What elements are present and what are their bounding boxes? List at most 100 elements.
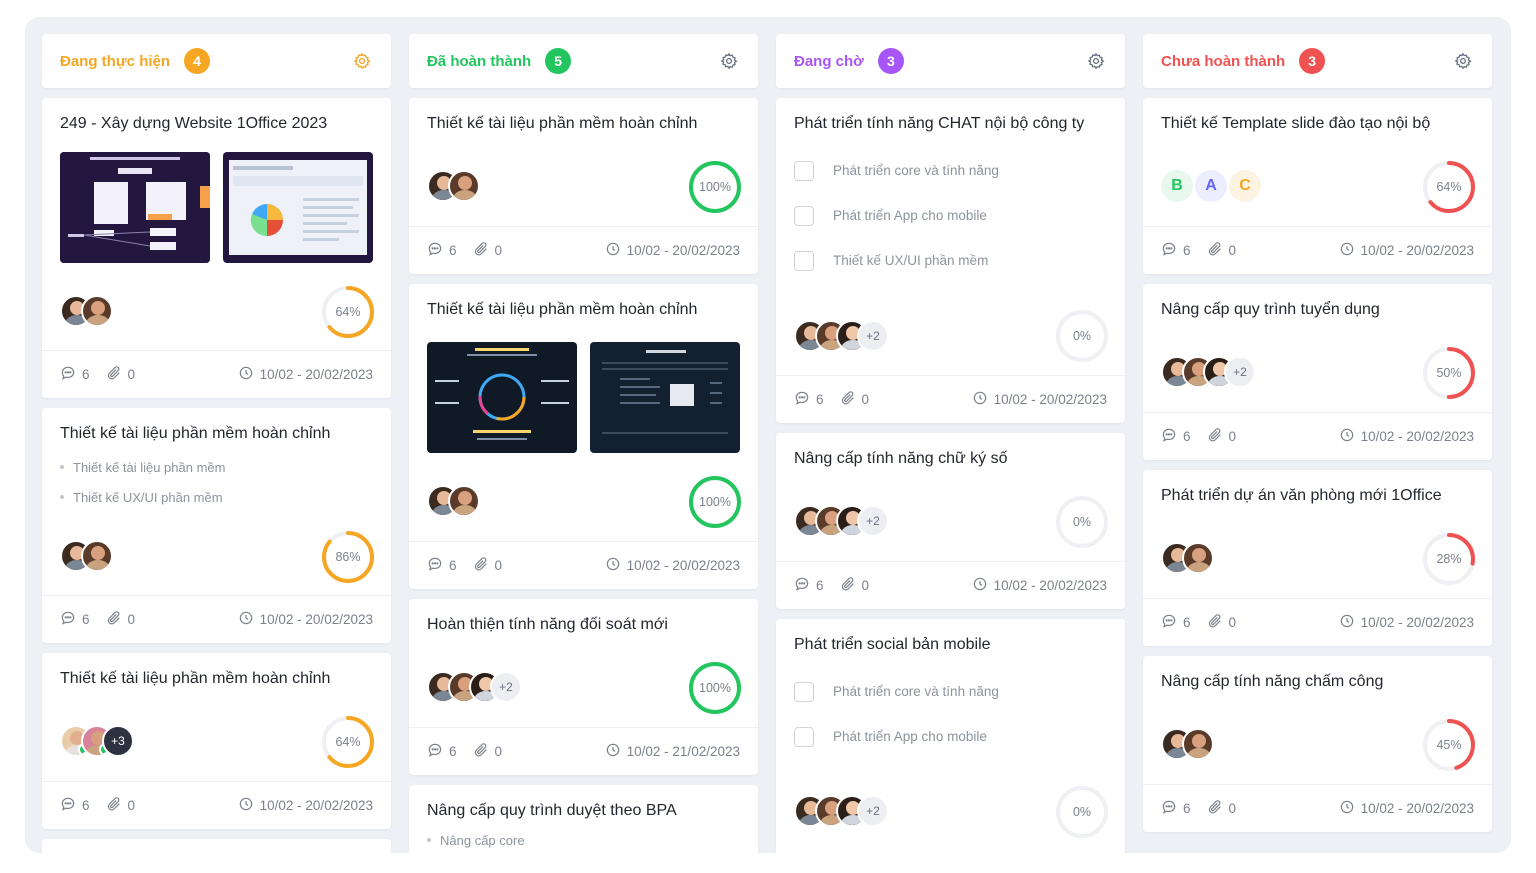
clock-icon [238, 610, 260, 629]
checkbox[interactable] [794, 726, 814, 747]
attachments-count[interactable]: 0 [473, 742, 502, 761]
assignee-avatars[interactable] [427, 170, 480, 202]
task-card[interactable] [42, 839, 391, 853]
task-card[interactable]: Phát triển social bản mobile Phát triển … [776, 619, 1125, 853]
clock-icon [605, 556, 627, 575]
attachments-count[interactable]: 0 [473, 556, 502, 575]
checkbox[interactable] [794, 250, 814, 271]
avatar[interactable] [448, 170, 480, 202]
task-card[interactable]: Nâng cấp quy trình tuyển dụng +2 50% 6 0… [1143, 284, 1492, 460]
assignee-avatars[interactable]: +2 [427, 671, 522, 703]
thumbnail-slide[interactable] [427, 342, 577, 453]
column-title: Đang chờ [794, 52, 864, 70]
thumbnail-diagram[interactable] [60, 152, 210, 263]
checkbox[interactable] [794, 160, 814, 181]
thumbnail-document[interactable] [590, 342, 740, 453]
gear-icon[interactable] [1085, 50, 1107, 72]
progress-percent: 28% [1436, 552, 1462, 566]
avatar[interactable] [448, 485, 480, 517]
task-card[interactable]: Phát triển tính năng CHAT nội bộ công ty… [776, 98, 1125, 423]
avatar[interactable] [1182, 542, 1214, 574]
progress-ring: 64% [321, 715, 375, 769]
task-card[interactable]: Thiết kế Template slide đào tạo nội bộ B… [1143, 98, 1492, 274]
attachments-count[interactable]: 0 [1207, 799, 1236, 818]
avatar[interactable] [81, 295, 113, 327]
assignee-avatars[interactable]: +3 [60, 725, 134, 757]
avatar-initial[interactable]: A [1195, 170, 1227, 202]
more-assignees-badge[interactable]: +2 [857, 795, 889, 827]
assignee-avatars[interactable] [60, 540, 113, 572]
comments-count[interactable]: 6 [60, 796, 90, 815]
progress-percent: 0% [1072, 515, 1092, 529]
comments-count[interactable]: 6 [1161, 613, 1191, 632]
comments-count[interactable]: 6 [60, 610, 90, 629]
attachments-count[interactable]: 0 [106, 365, 135, 384]
clock-icon [1339, 427, 1361, 446]
progress-ring: 100% [688, 475, 742, 529]
attachments-count[interactable]: 0 [840, 390, 869, 409]
attachments-count[interactable]: 0 [1207, 613, 1236, 632]
comments-count[interactable]: 6 [427, 556, 457, 575]
comments-count[interactable]: 6 [60, 365, 90, 384]
task-card[interactable]: Nâng cấp tính năng chữ ký số +2 0% 6 0 1… [776, 433, 1125, 609]
avatar-initial[interactable]: C [1229, 170, 1261, 202]
checkbox[interactable] [794, 681, 814, 702]
attachments-count[interactable]: 0 [840, 576, 869, 595]
date-range: 10/02 - 20/02/2023 [1360, 801, 1474, 816]
avatar-initial[interactable]: B [1161, 170, 1193, 202]
thumbnail-dashboard[interactable] [223, 152, 373, 263]
task-card[interactable]: Thiết kế tài liệu phần mềm hoàn chỉnh 10… [409, 284, 758, 589]
checklist: Phát triển core và tính năng Phát triển … [794, 669, 999, 759]
progress-percent: 86% [335, 550, 361, 564]
comments-value: 6 [449, 243, 457, 258]
task-card[interactable]: Thiết kế tài liệu phần mềm hoàn chỉnh +3… [42, 653, 391, 829]
comments-count[interactable]: 6 [1161, 241, 1191, 260]
checkbox[interactable] [794, 205, 814, 226]
assignee-avatars[interactable] [1161, 728, 1214, 760]
assignee-avatars[interactable] [427, 485, 480, 517]
more-assignees-badge[interactable]: +2 [490, 671, 522, 703]
task-card[interactable]: Nâng cấp tính năng chấm công 45% 6 0 10/… [1143, 656, 1492, 832]
attachments-count[interactable]: 0 [1207, 241, 1236, 260]
task-card[interactable]: Thiết kế tài liệu phần mềm hoàn chỉnh 10… [409, 98, 758, 274]
more-assignees-badge[interactable]: +3 [102, 725, 134, 757]
assignee-avatars[interactable]: +2 [794, 320, 889, 352]
assignee-avatars[interactable] [60, 295, 113, 327]
gear-icon[interactable] [1452, 50, 1474, 72]
task-card[interactable]: Thiết kế tài liệu phần mềm hoàn chỉnh Th… [42, 408, 391, 643]
assignee-avatars[interactable]: +2 [794, 795, 889, 827]
assignee-avatars[interactable] [1161, 542, 1214, 574]
avatar[interactable] [1182, 728, 1214, 760]
avatar[interactable] [81, 540, 113, 572]
comments-count[interactable]: 6 [794, 576, 824, 595]
paperclip-icon [106, 365, 128, 384]
column-waiting: Đang chờ 3 Phát triển tính năng CHAT nội… [776, 34, 1125, 853]
card-title: Thiết kế tài liệu phần mềm hoàn chỉnh [60, 670, 331, 687]
attachments-count[interactable]: 0 [106, 796, 135, 815]
more-assignees-badge[interactable]: +2 [857, 505, 889, 537]
gear-icon[interactable] [718, 50, 740, 72]
task-card[interactable]: Phát triển dự án văn phòng mới 1Office 2… [1143, 470, 1492, 646]
assignee-avatars[interactable]: BAC [1161, 170, 1263, 202]
task-card[interactable]: Nâng cấp quy trình duyệt theo BPA Nâng c… [409, 785, 758, 853]
task-card[interactable]: Hoàn thiện tính năng đối soát mới +2 100… [409, 599, 758, 775]
more-assignees-badge[interactable]: +2 [1224, 356, 1256, 388]
comments-count[interactable]: 6 [1161, 427, 1191, 446]
attachments-count[interactable]: 0 [1207, 427, 1236, 446]
comments-count[interactable]: 6 [1161, 799, 1191, 818]
gear-icon[interactable] [351, 50, 373, 72]
date-range: 10/02 - 20/02/2023 [993, 578, 1107, 593]
attachments-count[interactable]: 0 [106, 610, 135, 629]
comments-count[interactable]: 6 [427, 742, 457, 761]
assignee-avatars[interactable]: +2 [794, 505, 889, 537]
checklist-label: Thiết kế UX/UI phần mềm [833, 253, 989, 268]
comments-count[interactable]: 6 [427, 241, 457, 260]
diagram-preview [60, 152, 210, 263]
comment-icon [1161, 613, 1183, 632]
comments-count[interactable]: 6 [794, 390, 824, 409]
attachments-count[interactable]: 0 [473, 241, 502, 260]
card-footer: 6 0 10/02 - 20/02/2023 [776, 561, 1125, 609]
more-assignees-badge[interactable]: +2 [857, 320, 889, 352]
assignee-avatars[interactable]: +2 [1161, 356, 1256, 388]
task-card[interactable]: 249 - Xây dựng Website 1Office 2023 64% … [42, 98, 391, 398]
